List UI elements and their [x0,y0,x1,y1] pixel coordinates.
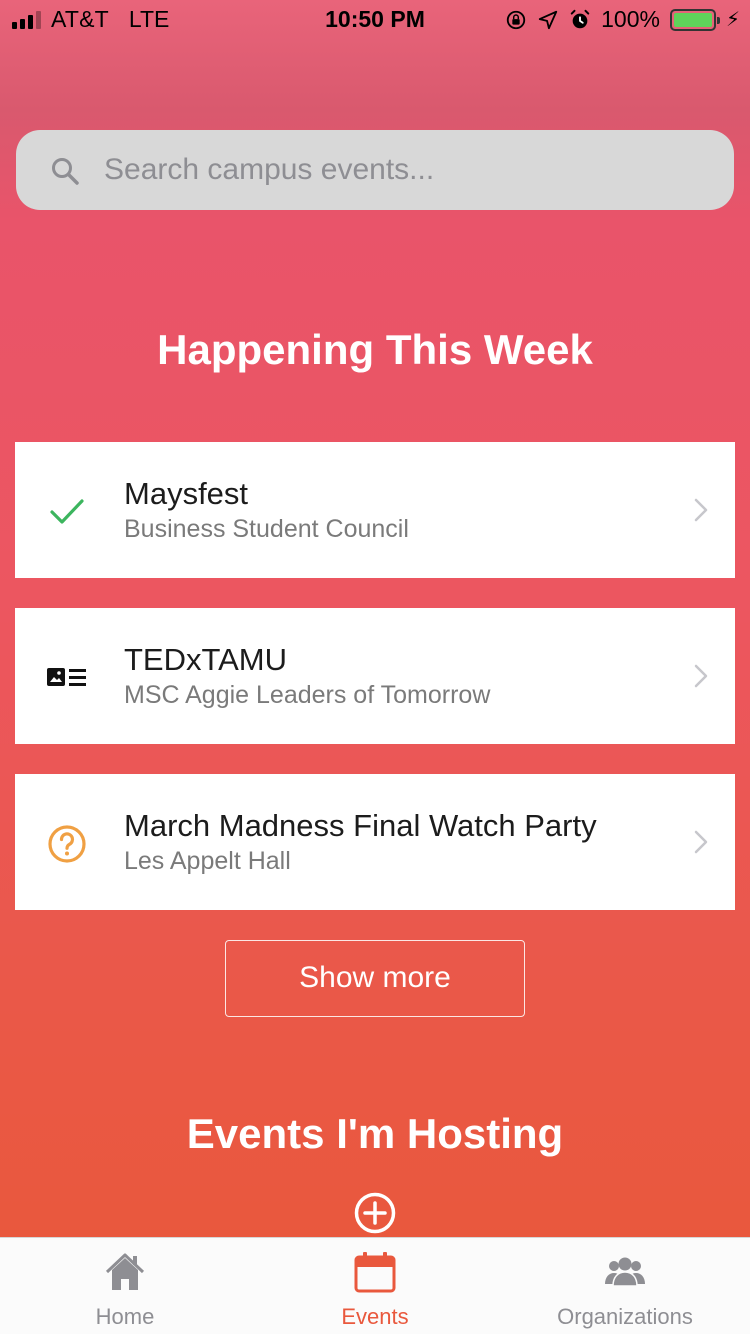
event-title: March Madness Final Watch Party [124,808,597,843]
tab-label: Home [95,1304,155,1329]
status-bar: AT&T LTE 10:50 PM 100% ⚡ [0,0,750,40]
location-arrow-icon [538,10,558,29]
status-right: 100% ⚡ [505,6,740,33]
show-more-button[interactable]: Show more [225,940,525,1017]
tab-home[interactable]: Home [0,1238,250,1334]
people-icon [605,1257,645,1287]
search-input[interactable] [104,148,704,192]
battery-icon [669,8,720,31]
chevron-right-icon [694,664,708,688]
home-icon [105,1253,145,1290]
event-subtitle: Les Appelt Hall [124,847,291,875]
event-title: TEDxTAMU [124,642,288,677]
events-screen: AT&T LTE 10:50 PM 100% ⚡ Search campus e… [0,0,750,1237]
calendar-icon [354,1252,396,1293]
search-icon [52,158,79,185]
tab-label: Events [341,1304,409,1329]
chevron-right-icon [694,498,708,522]
event-title: Maysfest [124,476,249,511]
battery-fill [673,12,712,27]
event-card-maysfest[interactable]: Maysfest Business Student Council [15,442,735,578]
tab-label: Organizations [557,1304,693,1329]
question-circle-icon [48,825,86,863]
event-card-march-madness[interactable]: March Madness Final Watch Party Les Appe… [15,774,735,910]
battery-percent: 100% [601,6,660,32]
checkmark-icon [50,499,84,524]
section-title-events-im-hosting: Events I'm Hosting [186,1110,564,1157]
event-subtitle: Business Student Council [124,515,409,543]
rotation-lock-icon [506,10,526,29]
event-subtitle: MSC Aggie Leaders of Tomorrow [124,681,491,709]
search-bar[interactable] [16,130,734,210]
alarm-icon [570,9,590,28]
tab-bar: Home Events Organizations [0,1237,750,1334]
event-card-tedxtamu[interactable]: TEDxTAMU MSC Aggie Leaders of Tomorrow [15,608,735,744]
chevron-right-icon [694,830,708,854]
charging-bolt-icon: ⚡ [725,9,740,31]
tab-organizations[interactable]: Organizations [500,1238,750,1334]
tab-events[interactable]: Events [250,1238,500,1334]
add-event-icon[interactable] [354,1192,396,1234]
section-title-happening-this-week: Happening This Week [157,326,593,373]
article-icon [47,668,86,686]
